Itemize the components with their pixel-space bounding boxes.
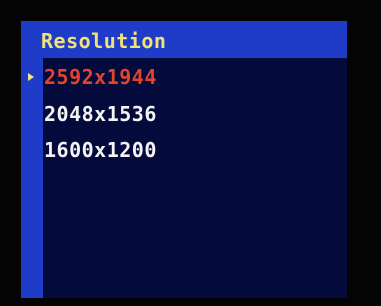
menu-title: Resolution <box>41 29 167 53</box>
menu-item-2592x1944[interactable]: 2592x1944 <box>44 65 157 89</box>
triangle-right-icon <box>28 73 34 81</box>
menu-item-2048x1536[interactable]: 2048x1536 <box>44 102 157 126</box>
camera-screen: Resolution 2592x1944 2048x1536 1600x1200 <box>0 0 381 306</box>
menu-left-accent-bar <box>21 21 43 298</box>
resolution-menu: Resolution 2592x1944 2048x1536 1600x1200 <box>21 21 347 298</box>
menu-title-bar: Resolution <box>21 21 347 58</box>
menu-item-1600x1200[interactable]: 1600x1200 <box>44 138 157 162</box>
